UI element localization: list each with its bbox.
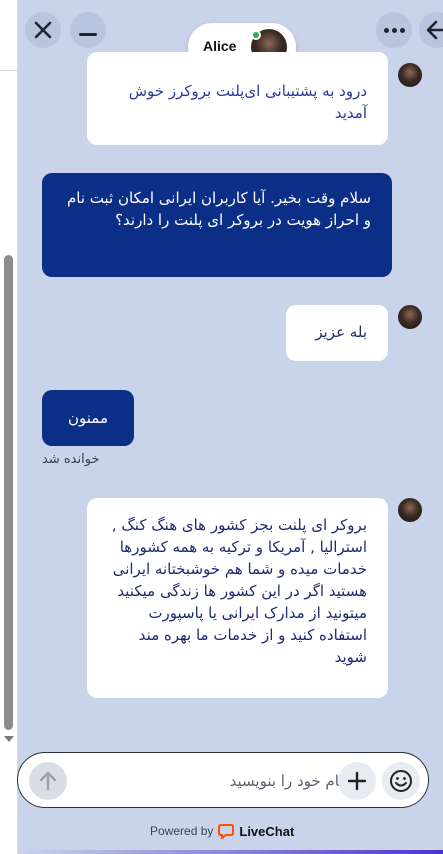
arrow-up-icon <box>39 771 57 791</box>
online-status-dot <box>251 30 261 40</box>
message-input[interactable] <box>78 767 348 795</box>
scrollbar-thumb[interactable] <box>4 255 13 730</box>
agent-message-avatar <box>398 305 422 329</box>
read-status: خوانده شد <box>42 452 100 467</box>
smiley-icon <box>390 770 412 792</box>
message-bubble-agent: بروکر ای پلنت بجز کشور های هنگ کنگ , است… <box>87 498 388 698</box>
back-button[interactable] <box>419 12 443 48</box>
plus-icon <box>347 771 367 791</box>
message-composer <box>17 752 429 808</box>
chat-window: Alice درود به پشتیبانی ای‌پلنت بروکرز خو… <box>18 0 443 854</box>
arrow-left-icon <box>426 20 443 40</box>
attach-button[interactable] <box>338 762 376 800</box>
livechat-brand[interactable]: LiveChat <box>239 824 294 839</box>
livechat-logo-icon <box>218 824 235 839</box>
more-dots-icon <box>383 27 405 33</box>
scroll-down-arrow-icon[interactable] <box>4 736 14 742</box>
minimize-icon <box>79 32 97 36</box>
powered-by-text: Powered by <box>150 824 214 838</box>
emoji-button[interactable] <box>382 762 420 800</box>
agent-message-avatar <box>398 498 422 522</box>
strip-divider <box>0 70 18 71</box>
minimize-button[interactable] <box>70 12 106 48</box>
message-bubble-visitor: سلام وقت بخیر. آیا کاربران ایرانی امکان … <box>42 173 392 277</box>
message-bubble-visitor: ممنون <box>42 390 134 446</box>
more-options-button[interactable] <box>376 12 412 48</box>
close-button[interactable] <box>25 12 61 48</box>
agent-message-avatar <box>398 63 422 87</box>
page-scrollbar-strip <box>0 0 18 854</box>
close-icon <box>34 21 52 39</box>
send-button[interactable] <box>29 762 67 800</box>
powered-by-footer: Powered by LiveChat <box>150 823 294 839</box>
message-bubble-agent: درود به پشتیبانی ای‌پلنت بروکرز خوش آمدی… <box>87 52 388 145</box>
bottom-accent-bar <box>18 850 443 854</box>
message-bubble-agent: بله عزیز <box>286 305 388 361</box>
